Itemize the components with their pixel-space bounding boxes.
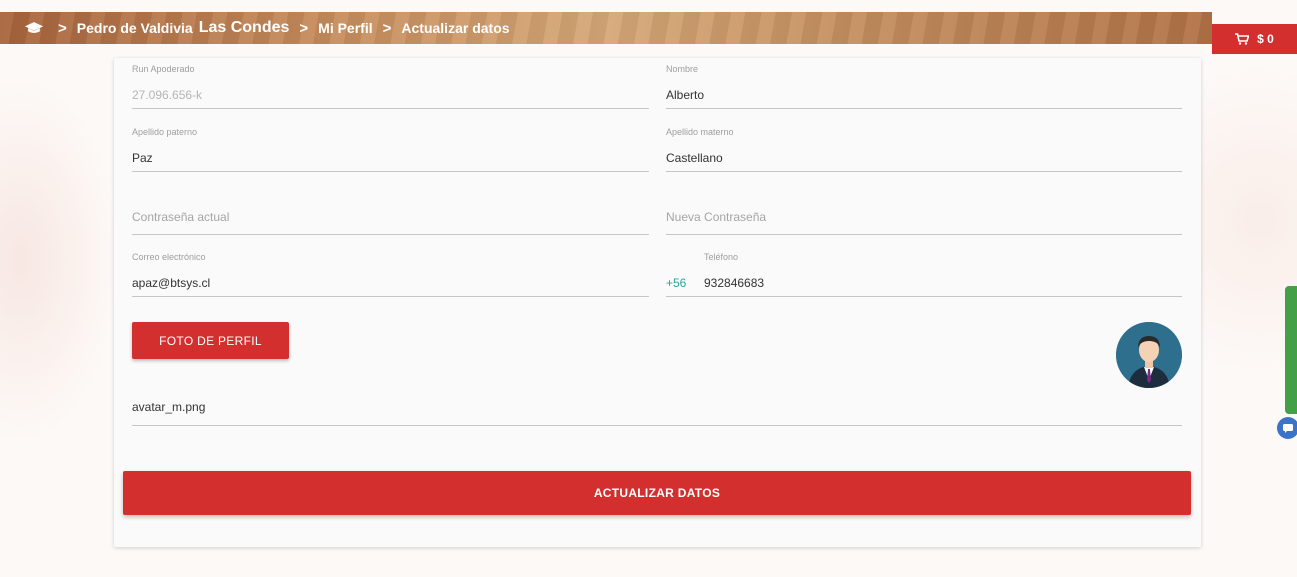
password-actual-field[interactable]: Contraseña actual xyxy=(132,190,649,236)
graduation-cap-icon[interactable] xyxy=(24,21,44,35)
cart-icon xyxy=(1235,33,1250,45)
breadcrumb-separator: > xyxy=(58,19,67,37)
password-nueva-input[interactable]: Nueva Contraseña xyxy=(666,210,766,224)
chat-side-tab[interactable] xyxy=(1285,286,1297,414)
telefono-prefix: +56 xyxy=(666,276,687,290)
breadcrumb: > Pedro de Valdivia Las Condes > Mi Perf… xyxy=(0,12,1212,44)
telefono-input[interactable]: 932846683 xyxy=(704,276,764,290)
telefono-underline xyxy=(666,296,1182,297)
correo-field[interactable]: Correo electrónico apaz@btsys.cl xyxy=(132,252,649,298)
breadcrumb-separator: > xyxy=(299,19,309,37)
breadcrumb-item-campus[interactable]: Las Condes xyxy=(199,19,290,37)
profile-form-card: Run Apoderado 27.096.656-k Nombre Albert… xyxy=(114,58,1201,547)
apellido-paterno-underline xyxy=(132,171,649,172)
apellido-paterno-input[interactable]: Paz xyxy=(132,151,153,165)
run-field: Run Apoderado 27.096.656-k xyxy=(132,64,649,110)
user-avatar-icon xyxy=(1116,322,1182,388)
nombre-underline xyxy=(666,108,1182,109)
apellido-materno-label: Apellido materno xyxy=(666,127,734,137)
breadcrumb-item-profile[interactable]: Mi Perfil xyxy=(318,20,372,36)
breadcrumb-item-current: Actualizar datos xyxy=(401,20,510,36)
apellido-paterno-label: Apellido paterno xyxy=(132,127,198,137)
apellido-materno-underline xyxy=(666,171,1182,172)
foto-file-underline xyxy=(132,425,1182,426)
cart-amount: $ 0 xyxy=(1257,32,1274,46)
password-nueva-field[interactable]: Nueva Contraseña xyxy=(666,190,1182,236)
foto-perfil-button[interactable]: FOTO DE PERFIL xyxy=(132,322,289,359)
password-actual-input[interactable]: Contraseña actual xyxy=(132,210,229,224)
foto-file-name: avatar_m.png xyxy=(132,400,206,414)
password-actual-underline xyxy=(132,234,649,235)
telefono-label: Teléfono xyxy=(704,252,739,262)
apellido-materno-field[interactable]: Apellido materno Castellano xyxy=(666,127,1182,173)
apellido-paterno-field[interactable]: Apellido paterno Paz xyxy=(132,127,649,173)
cart-button[interactable]: $ 0 xyxy=(1212,24,1297,54)
nombre-input[interactable]: Alberto xyxy=(666,88,704,102)
apellido-materno-input[interactable]: Castellano xyxy=(666,151,723,165)
avatar xyxy=(1116,322,1182,388)
telefono-field[interactable]: Teléfono +56 932846683 xyxy=(666,252,1182,298)
correo-underline xyxy=(132,296,649,297)
chat-icon xyxy=(1283,423,1293,433)
password-nueva-underline xyxy=(666,234,1182,235)
correo-input[interactable]: apaz@btsys.cl xyxy=(132,276,210,290)
run-value: 27.096.656-k xyxy=(132,88,203,102)
breadcrumb-item-school[interactable]: Pedro de Valdivia xyxy=(77,20,193,36)
chat-bubble-button[interactable] xyxy=(1277,417,1297,439)
breadcrumb-separator: > xyxy=(382,19,392,37)
correo-label: Correo electrónico xyxy=(132,252,206,262)
nombre-field[interactable]: Nombre Alberto xyxy=(666,64,1182,110)
actualizar-datos-button[interactable]: ACTUALIZAR DATOS xyxy=(123,471,1191,515)
nombre-label: Nombre xyxy=(666,64,699,74)
run-underline xyxy=(132,108,649,109)
run-label: Run Apoderado xyxy=(132,64,195,74)
